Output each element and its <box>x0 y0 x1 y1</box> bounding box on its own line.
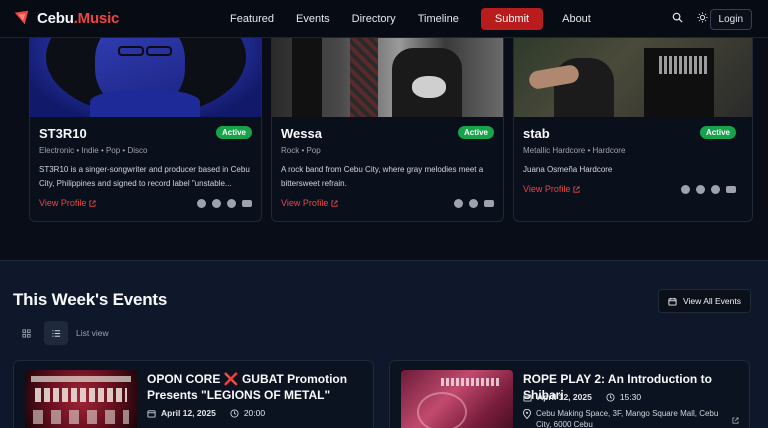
spotify-icon[interactable] <box>227 198 236 208</box>
clock-icon <box>606 392 615 402</box>
cross-mark-icon: ❌ <box>223 372 239 386</box>
event-datetime: April 12, 2025 15:30 <box>523 392 641 402</box>
spotify-icon[interactable] <box>711 184 720 194</box>
brand-name: Cebu.Music <box>37 10 119 27</box>
artist-photo <box>30 38 261 117</box>
artist-card[interactable]: ST3R10 Active Electronic • Indie • Pop •… <box>29 38 262 222</box>
view-all-label: View All Events <box>683 296 741 306</box>
event-title-part: OPON CORE <box>147 372 224 386</box>
instagram-icon[interactable] <box>212 198 221 208</box>
brand-name-accent: .Music <box>73 9 120 27</box>
event-card[interactable]: OPON CORE ❌ GUBAT Promotion Presents "LE… <box>13 360 374 428</box>
status-badge: Active <box>699 126 736 139</box>
event-datetime: April 12, 2025 20:00 <box>147 408 265 418</box>
nav-icons <box>672 12 708 23</box>
top-nav: Cebu.Music Featured Events Directory Tim… <box>0 0 768 38</box>
event-date: April 12, 2025 <box>161 408 216 418</box>
spotify-icon[interactable] <box>469 198 478 208</box>
facebook-icon[interactable] <box>681 184 690 194</box>
external-link-icon <box>331 199 338 207</box>
event-poster <box>25 370 137 428</box>
clock-icon <box>230 408 239 418</box>
theme-toggle-icon[interactable] <box>697 12 708 23</box>
artist-card[interactable]: Wessa Active Rock • Pop A rock band from… <box>271 38 504 222</box>
nav-timeline[interactable]: Timeline <box>418 13 459 25</box>
brand-name-main: Cebu <box>37 9 74 27</box>
social-links <box>454 198 494 208</box>
view-mode-label: List view <box>76 328 109 338</box>
submit-button[interactable]: Submit <box>480 8 544 30</box>
status-badge: Active <box>457 126 494 139</box>
social-links <box>197 198 252 208</box>
grid-icon <box>21 328 31 338</box>
view-all-events-button[interactable]: View All Events <box>658 289 751 313</box>
nav-about[interactable]: About <box>562 13 591 25</box>
youtube-icon[interactable] <box>484 199 494 207</box>
list-icon <box>51 329 60 337</box>
artist-genres: Rock • Pop <box>281 146 321 155</box>
event-title[interactable]: OPON CORE ❌ GUBAT Promotion Presents "LE… <box>147 371 365 403</box>
section-title: This Week's Events <box>13 290 168 309</box>
events-section: This Week's Events View All Events List … <box>0 261 768 428</box>
view-toggle: List view <box>14 321 109 345</box>
view-profile-label: View Profile <box>39 198 87 208</box>
event-location: Cebu Making Space, 3F, Mango Square Mall… <box>523 408 723 428</box>
social-links <box>681 184 736 194</box>
calendar-icon <box>668 297 677 306</box>
event-date: April 12, 2025 <box>537 392 592 402</box>
artist-description: A rock band from Cebu City, where gray m… <box>281 165 484 188</box>
artist-genres: Electronic • Indie • Pop • Disco <box>39 146 148 155</box>
map-pin-icon <box>523 409 531 419</box>
artist-card[interactable]: stab Active Metallic Hardcore • Hardcore… <box>513 38 753 222</box>
youtube-icon[interactable] <box>242 199 252 207</box>
logo-icon <box>14 10 29 25</box>
nav-events[interactable]: Events <box>296 13 330 25</box>
nav-directory[interactable]: Directory <box>352 13 396 25</box>
instagram-icon[interactable] <box>696 184 705 194</box>
search-icon[interactable] <box>672 12 683 23</box>
event-card[interactable]: ROPE PLAY 2: An Introduction to Shibari … <box>389 360 750 428</box>
view-profile-link[interactable]: View Profile <box>281 198 338 208</box>
artist-description: ST3R10 is a singer-songwriter and produc… <box>39 165 250 188</box>
nav-featured[interactable]: Featured <box>230 13 274 25</box>
artist-genres: Metallic Hardcore • Hardcore <box>523 146 626 155</box>
view-profile-label: View Profile <box>523 184 571 194</box>
event-location-text: Cebu Making Space, 3F, Mango Square Mall… <box>536 409 719 428</box>
event-poster <box>401 370 513 428</box>
view-profile-link[interactable]: View Profile <box>39 198 96 208</box>
event-time: 15:30 <box>619 392 642 402</box>
external-link-icon[interactable] <box>732 417 739 424</box>
view-profile-link[interactable]: View Profile <box>523 184 580 194</box>
login-button[interactable]: Login <box>709 9 752 30</box>
featured-artists-section: ST3R10 Active Electronic • Indie • Pop •… <box>0 38 768 260</box>
brand-logo[interactable]: Cebu.Music <box>13 9 119 27</box>
list-view-button[interactable] <box>44 321 68 345</box>
artist-photo <box>514 38 752 117</box>
external-link-icon <box>89 199 96 207</box>
artist-photo <box>272 38 503 117</box>
view-profile-label: View Profile <box>281 198 329 208</box>
external-link-icon <box>573 185 580 193</box>
grid-view-button[interactable] <box>14 321 38 345</box>
calendar-icon <box>523 393 532 402</box>
calendar-icon <box>147 409 156 418</box>
event-time: 20:00 <box>243 408 266 418</box>
youtube-icon[interactable] <box>726 185 736 193</box>
status-badge: Active <box>215 126 252 139</box>
facebook-icon[interactable] <box>197 198 206 208</box>
nav-links: Featured Events Directory Timeline Submi… <box>230 0 613 38</box>
facebook-icon[interactable] <box>454 198 463 208</box>
